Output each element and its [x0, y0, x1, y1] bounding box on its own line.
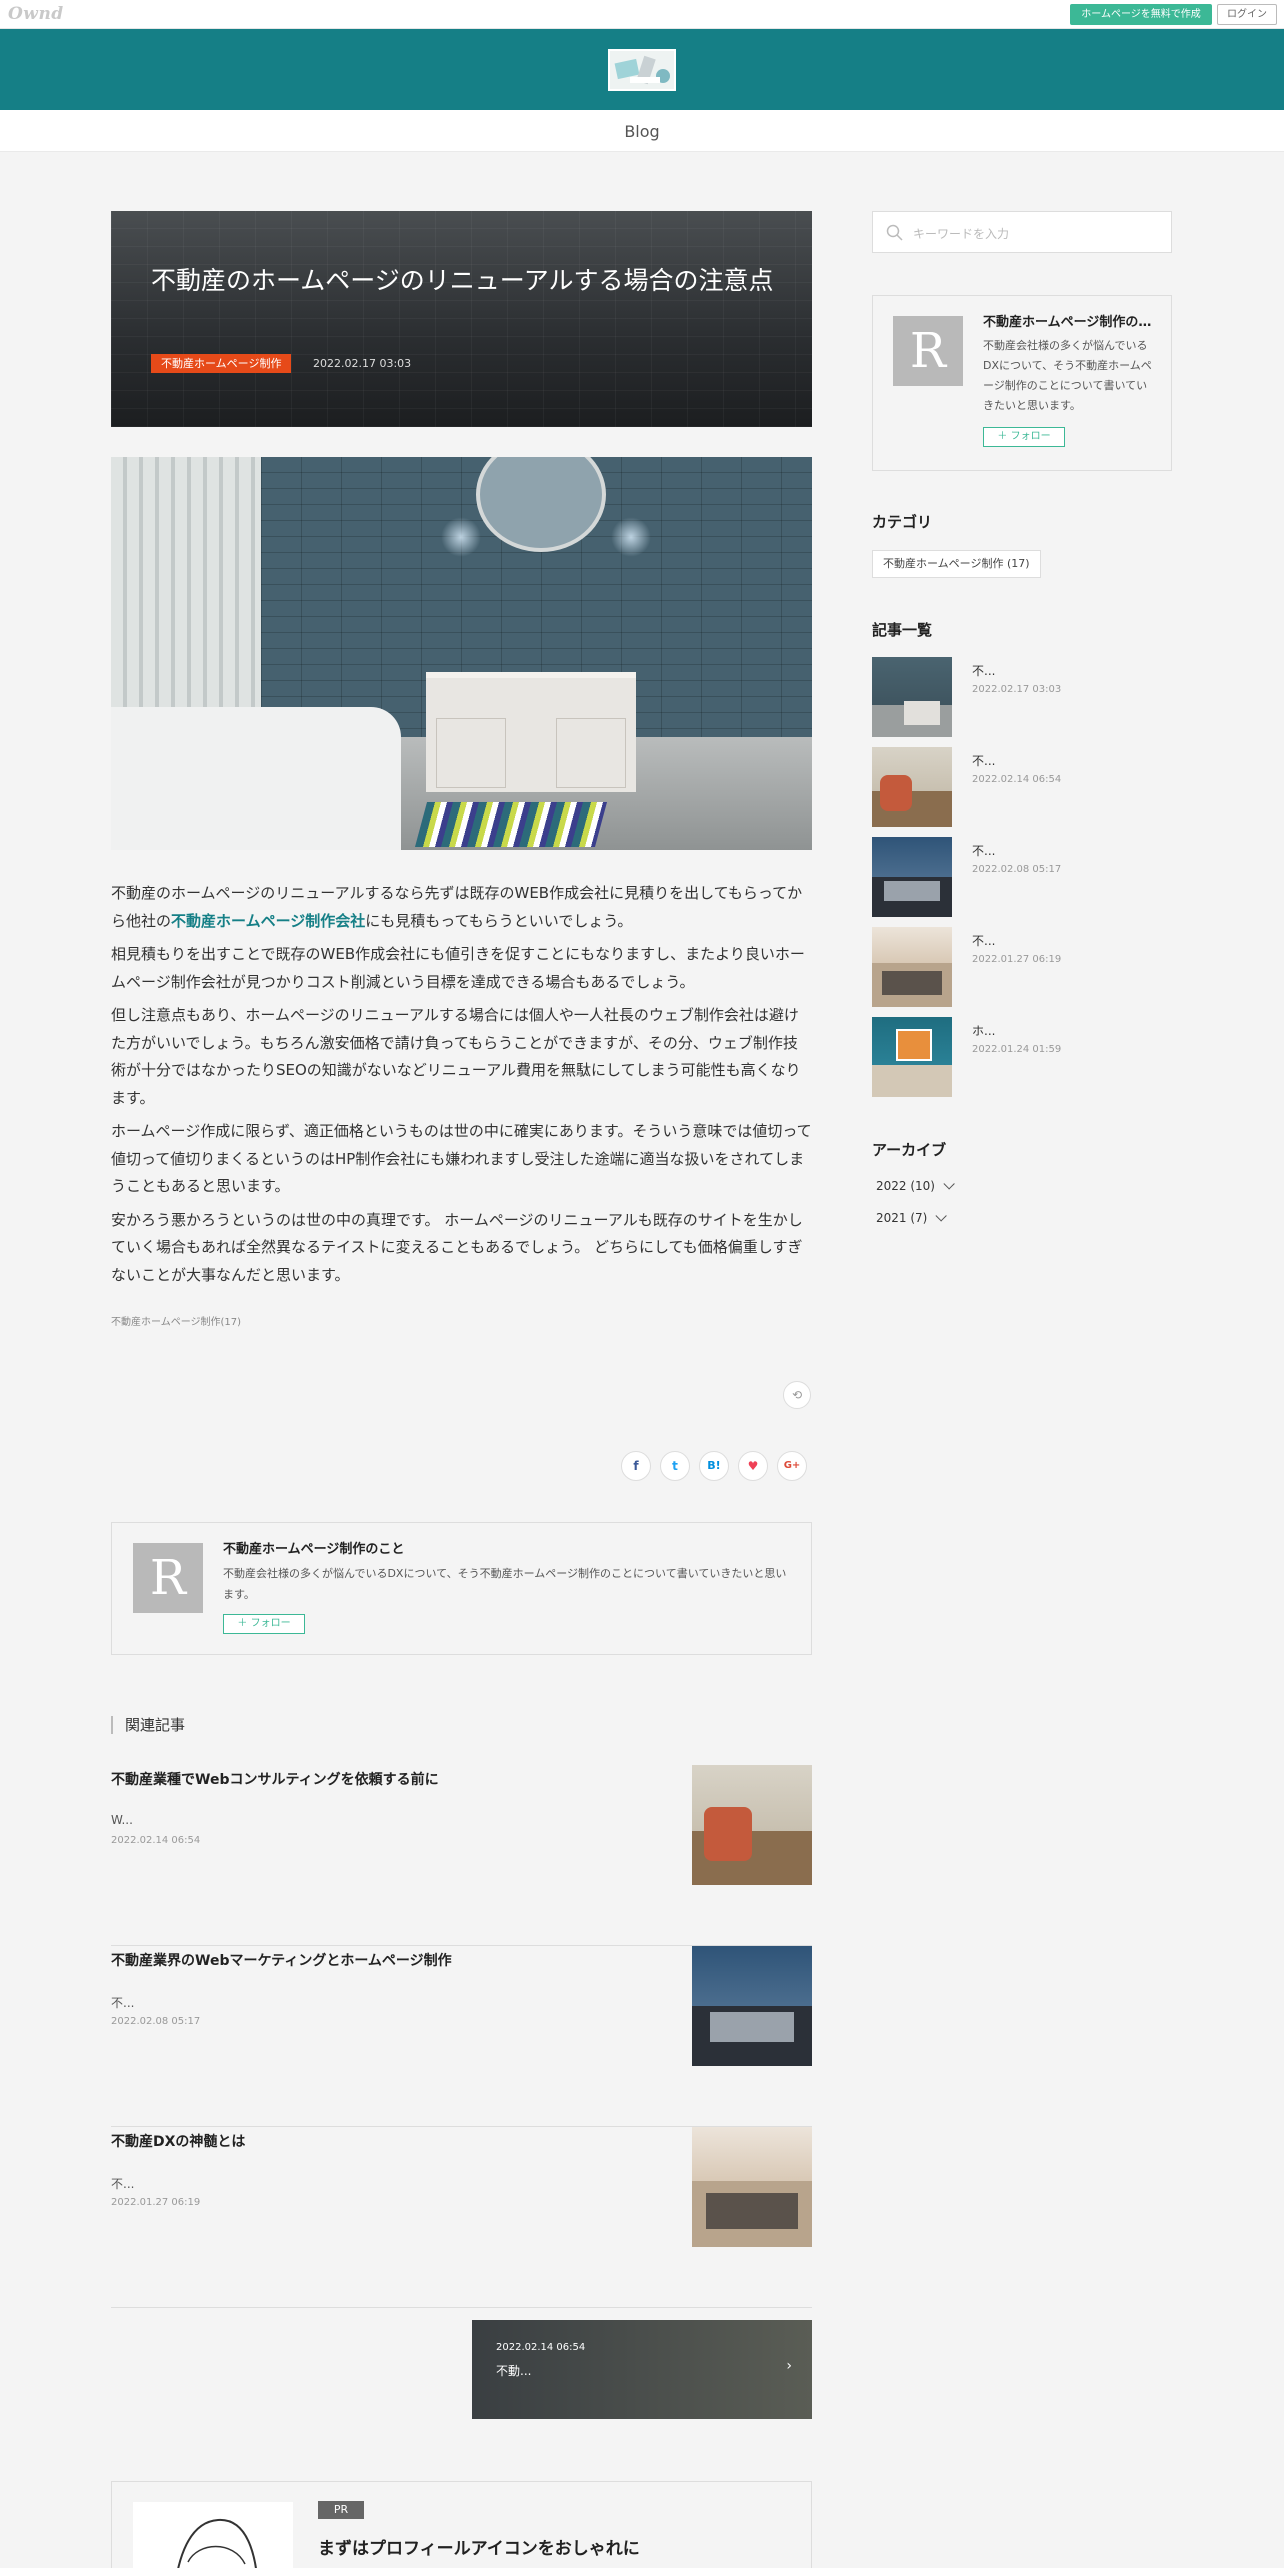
archive-item-2022[interactable]: 2022 (10) — [876, 1178, 955, 1193]
sidebar-list-item[interactable]: 不... 2022.02.08 05:17 — [872, 837, 1172, 918]
article-list-heading: 記事一覧 — [872, 621, 933, 639]
create-homepage-button[interactable]: ホームページを無料で作成 — [1070, 4, 1212, 25]
article-paragraph: 安かろう悪かろうというのは世の中の真理です。 ホームページのリニューアルも既存の… — [111, 1210, 803, 1284]
sidebar-list-date: 2022.01.27 06:19 — [972, 954, 1062, 965]
related-thumbnail[interactable] — [692, 1946, 812, 2066]
twitter-share-icon[interactable]: t — [660, 1451, 690, 1481]
related-title[interactable]: 不動産業界のWebマーケティングとホームページ制作 — [111, 1950, 651, 1970]
site-header — [0, 29, 1284, 110]
pr-illustration — [133, 2502, 293, 2568]
related-excerpt: 不... — [111, 2177, 135, 2191]
category-chip[interactable]: 不動産ホームページ制作 (17) — [872, 550, 1041, 578]
sidebar-list-date: 2022.02.14 06:54 — [972, 774, 1062, 785]
search-input[interactable]: キーワードを入力 — [913, 225, 1009, 242]
related-date: 2022.01.27 06:19 — [111, 2197, 201, 2208]
related-thumbnail[interactable] — [692, 2127, 812, 2247]
sidebar-list-thumbnail[interactable] — [872, 747, 952, 827]
pr-badge: PR — [318, 2501, 364, 2519]
related-thumbnail[interactable] — [692, 1765, 812, 1885]
search-box[interactable]: キーワードを入力 — [872, 211, 1172, 253]
article-title: 不動産のホームページのリニューアルする場合の注意点 — [151, 266, 774, 295]
sidebar-list-item[interactable]: 不... 2022.02.14 06:54 — [872, 747, 1172, 828]
sidebar-author-name[interactable]: 不動産ホームページ制作のこと — [983, 311, 1158, 330]
related-item[interactable]: 不動産DXの神髄とは 不... 2022.01.27 06:19 — [111, 2127, 812, 2308]
article-main-image — [111, 457, 812, 850]
chevron-down-icon[interactable] — [935, 1210, 948, 1222]
sidebar-author-description: 不動産会社様の多くが悩んでいるDXについて、そう不動産ホームページ制作のことにつ… — [983, 339, 1152, 412]
sidebar-list-title[interactable]: ホ... — [972, 1022, 995, 1039]
article-paragraph: 相見積もりを出すことで既存のWEB作成会社にも値引きを促すことにもなりますし、ま… — [111, 945, 805, 991]
next-article-card[interactable]: 2022.02.14 06:54 不動... › — [472, 2320, 812, 2419]
article-paragraph: ホームページ作成に限らず、適正価格というものは世の中に確実にあります。そういう意… — [111, 1122, 812, 1195]
sidebar-author-avatar[interactable]: R — [893, 316, 963, 386]
chevron-down-icon[interactable] — [943, 1178, 955, 1190]
sidebar-list-title[interactable]: 不... — [972, 932, 995, 949]
sidebar-author-box: R 不動産ホームページ制作のこと 不動産会社様の多くが悩んでいるDXについて、そ… — [872, 295, 1172, 471]
archive-item-2021[interactable]: 2021 (7) — [876, 1210, 948, 1225]
sidebar-list-item[interactable]: ホ... 2022.01.24 01:59 — [872, 1017, 1172, 1098]
sidebar-list-item[interactable]: 不... 2022.02.17 03:03 — [872, 657, 1172, 738]
related-date: 2022.02.08 05:17 — [111, 2016, 201, 2027]
company-link[interactable]: 不動産ホームページ制作会社 — [171, 912, 365, 930]
category-badge[interactable]: 不動産ホームページ制作 — [151, 354, 292, 373]
nav-blog-link[interactable]: Blog — [0, 122, 1284, 141]
related-item[interactable]: 不動産業種でWebコンサルティングを依頼する前に W... 2022.02.14… — [111, 1765, 812, 1946]
pocket-share-icon[interactable]: ♥ — [738, 1451, 768, 1481]
sidebar-follow-button[interactable]: ＋ フォロー — [983, 427, 1065, 447]
related-excerpt: 不... — [111, 1996, 135, 2010]
search-icon — [886, 224, 903, 241]
sidebar-list-date: 2022.01.24 01:59 — [972, 1044, 1062, 1055]
top-bar: Ownd ホームページを無料で作成 ログイン — [0, 0, 1284, 29]
ownd-logo[interactable]: Ownd — [8, 4, 64, 24]
author-name[interactable]: 不動産ホームページ制作のこと — [223, 1538, 404, 1557]
author-description: 不動産会社様の多くが悩んでいるDXについて、そう不動産ホームページ制作のことにつ… — [223, 1567, 787, 1601]
follow-button[interactable]: ＋ フォロー — [223, 1614, 305, 1634]
sidebar-list-thumbnail[interactable] — [872, 657, 952, 737]
sidebar-list-thumbnail[interactable] — [872, 1017, 952, 1097]
sidebar-list-title[interactable]: 不... — [972, 662, 995, 679]
site-nav: Blog — [0, 110, 1284, 152]
article-paragraph: 但し注意点もあり、ホームページのリニューアルする場合には個人や一人社長のウェブ制… — [111, 1006, 801, 1107]
sidebar-list-date: 2022.02.08 05:17 — [972, 864, 1062, 875]
author-box: R 不動産ホームページ制作のこと 不動産会社様の多くが悩んでいるDXについて、そ… — [111, 1522, 812, 1655]
next-article-title: 不動... — [496, 2364, 532, 2378]
hatena-share-icon[interactable]: B! — [699, 1451, 729, 1481]
repost-icon[interactable]: ⟲ — [783, 1381, 811, 1409]
next-article-date: 2022.02.14 06:54 — [496, 2342, 586, 2353]
related-heading: 関連記事 — [111, 1716, 185, 1734]
archive-heading: アーカイブ — [872, 1141, 947, 1159]
sidebar-list-title[interactable]: 不... — [972, 842, 995, 859]
sidebar-list-thumbnail[interactable] — [872, 837, 952, 917]
related-item[interactable]: 不動産業界のWebマーケティングとホームページ制作 不... 2022.02.0… — [111, 1946, 812, 2127]
login-button[interactable]: ログイン — [1217, 4, 1277, 25]
sidebar-list-item[interactable]: 不... 2022.01.27 06:19 — [872, 927, 1172, 1008]
article-date: 2022.02.17 03:03 — [313, 357, 412, 370]
author-avatar[interactable]: R — [133, 1543, 203, 1613]
google-share-icon[interactable]: G+ — [777, 1451, 807, 1481]
chevron-right-icon[interactable]: › — [786, 2358, 792, 2374]
related-date: 2022.02.14 06:54 — [111, 1835, 201, 1846]
sidebar-list-date: 2022.02.17 03:03 — [972, 684, 1062, 695]
related-title[interactable]: 不動産DXの神髄とは — [111, 2131, 651, 2151]
article-tag-link[interactable]: 不動産ホームページ制作(17) — [111, 1313, 812, 1328]
article-column: 不動産のホームページのリニューアルする場合の注意点 不動産ホームページ制作 20… — [111, 211, 812, 2568]
pr-box[interactable]: PR まずはプロフィールアイコンをおしゃれに — [111, 2481, 812, 2568]
related-title[interactable]: 不動産業種でWebコンサルティングを依頼する前に — [111, 1769, 651, 1789]
facebook-share-icon[interactable]: f — [621, 1451, 651, 1481]
article-paragraph: 不動産のホームページのリニューアルするなら先ずは既存のWEB作成会社に見積りを出… — [111, 884, 803, 930]
sidebar-list-title[interactable]: 不... — [972, 752, 995, 769]
related-excerpt: W... — [111, 1813, 133, 1827]
article-hero: 不動産のホームページのリニューアルする場合の注意点 不動産ホームページ制作 20… — [111, 211, 812, 427]
pr-title[interactable]: まずはプロフィールアイコンをおしゃれに — [318, 2534, 640, 2559]
site-logo-image[interactable] — [608, 49, 676, 91]
category-heading: カテゴリ — [872, 513, 933, 531]
article-body: 不動産のホームページのリニューアルするなら先ずは既存のWEB作成会社に見積りを出… — [111, 880, 812, 1289]
sidebar-list-thumbnail[interactable] — [872, 927, 952, 1007]
